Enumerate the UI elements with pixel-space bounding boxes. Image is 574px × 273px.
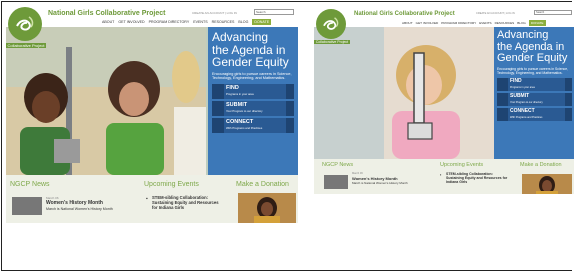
submit-label: SUBMIT xyxy=(226,102,248,109)
hero-panel: Advancing the Agenda in Gender Equity En… xyxy=(494,27,574,159)
find-sub: Programs in your area xyxy=(510,86,535,90)
connect-label: CONNECT xyxy=(226,119,254,126)
chevron-right-icon xyxy=(286,83,294,99)
submit-sub: Your Program to our directory xyxy=(226,109,263,114)
chevron-right-icon xyxy=(565,77,572,91)
site-logo[interactable] xyxy=(316,9,346,39)
donate-button[interactable]: DONATE xyxy=(528,20,546,26)
logo-caption: Collaborative Project xyxy=(6,43,46,48)
site-title[interactable]: National Girls Collaborative Project xyxy=(48,10,165,17)
connect-label: CONNECT xyxy=(510,108,535,115)
find-button[interactable]: FIND Programs in your area xyxy=(497,77,572,91)
nav-program-directory[interactable]: PROGRAM DIRECTORY xyxy=(149,20,190,24)
calendar-icon: ▪ xyxy=(440,172,442,177)
upload-icon xyxy=(497,92,508,106)
site-header: Collaborative Project National Girls Col… xyxy=(314,7,574,44)
account-links[interactable]: CREATE AN ACCOUNT | LOG IN xyxy=(476,12,515,15)
home-columns: NGCP News Upcoming Events Make a Donatio… xyxy=(6,175,298,223)
news-heading[interactable]: NGCP News xyxy=(10,181,50,188)
nav-resources[interactable]: RESOURCES xyxy=(212,20,235,24)
connect-sub: With Programs and Practices xyxy=(226,126,263,131)
search-input[interactable]: Search xyxy=(254,9,294,15)
nav-events[interactable]: EVENTS xyxy=(479,21,491,25)
account-links[interactable]: CREATE AN ACCOUNT | LOG IN xyxy=(192,11,237,15)
site-logo[interactable] xyxy=(8,7,42,41)
hero-headline-1: Advancing xyxy=(212,30,269,44)
logo-caption: Collaborative Project xyxy=(314,40,350,44)
connect-button[interactable]: CONNECT With Programs and Practices xyxy=(212,117,294,133)
donation-heading[interactable]: Make a Donation xyxy=(520,162,562,168)
people-icon xyxy=(212,117,224,133)
calendar-icon: ▪ xyxy=(146,196,148,202)
nav-get-involved[interactable]: GET INVOLVED xyxy=(416,21,439,25)
search-icon xyxy=(497,77,508,91)
connect-sub: With Programs and Practices xyxy=(510,116,543,120)
donation-photo[interactable] xyxy=(522,174,572,194)
nav-resources[interactable]: RESOURCES xyxy=(495,21,515,25)
news-body: March is National Women's History Month xyxy=(352,181,408,185)
connect-button[interactable]: CONNECT With Programs and Practices xyxy=(497,107,572,121)
nav-events[interactable]: EVENTS xyxy=(193,20,207,24)
chevron-right-icon xyxy=(565,107,572,121)
news-thumbnail[interactable] xyxy=(12,197,42,215)
donation-photo[interactable] xyxy=(238,193,296,223)
nav-blog[interactable]: BLOG xyxy=(238,20,248,24)
hero-tagline: Encouraging girls to pursue careers in S… xyxy=(212,71,292,80)
hero-panel: Advancing the Agenda in Gender Equity En… xyxy=(208,27,298,175)
news-thumbnail[interactable] xyxy=(324,175,348,189)
chevron-right-icon xyxy=(565,92,572,106)
submit-label: SUBMIT xyxy=(510,93,530,100)
nav-program-directory[interactable]: PROGRAM DIRECTORY xyxy=(441,21,476,25)
find-label: FIND xyxy=(510,78,522,85)
main-nav: ABOUT GET INVOLVED PROGRAM DIRECTORY EVE… xyxy=(402,20,546,26)
chevron-right-icon xyxy=(286,100,294,116)
submit-sub: Your Program to our directory xyxy=(510,101,543,105)
news-title[interactable]: Women's History Month xyxy=(46,200,103,207)
news-heading[interactable]: NGCP News xyxy=(322,162,353,168)
hero-banner: Advancing the Agenda in Gender Equity En… xyxy=(6,27,298,175)
news-body: March is National Women's History Month xyxy=(46,207,113,211)
site-header: Collaborative Project National Girls Col… xyxy=(6,5,298,48)
home-columns: NGCP News Upcoming Events Make a Donatio… xyxy=(314,159,574,194)
nav-blog[interactable]: BLOG xyxy=(517,21,526,25)
main-nav: ABOUT GET INVOLVED PROGRAM DIRECTORY EVE… xyxy=(102,19,272,25)
find-button[interactable]: FIND Programs in your area xyxy=(212,83,294,99)
hero-photo xyxy=(314,27,494,159)
nav-about[interactable]: ABOUT xyxy=(402,21,413,25)
people-icon xyxy=(497,107,508,121)
hero-headline-1: Advancing xyxy=(497,29,549,41)
submit-button[interactable]: SUBMIT Your Program to our directory xyxy=(212,100,294,116)
find-sub: Programs in your area xyxy=(226,92,254,97)
screenshot-right: Collaborative Project National Girls Col… xyxy=(314,7,574,194)
nav-about[interactable]: ABOUT xyxy=(102,20,114,24)
event-title[interactable]: STEM-sibling Collaboration: Sustaining E… xyxy=(446,172,510,184)
donation-heading[interactable]: Make a Donation xyxy=(236,181,289,188)
search-icon xyxy=(212,83,224,99)
find-label: FIND xyxy=(226,85,239,92)
site-title[interactable]: National Girls Collaborative Project xyxy=(354,11,455,17)
upload-icon xyxy=(212,100,224,116)
hero-photo xyxy=(6,27,206,175)
chevron-right-icon xyxy=(286,117,294,133)
search-input[interactable]: Search xyxy=(534,10,572,15)
events-heading[interactable]: Upcoming Events xyxy=(440,162,483,168)
hero-headline-3: Gender Equity xyxy=(497,52,568,65)
hero-tagline: Encouraging girls to pursue careers in S… xyxy=(497,66,569,75)
hero-headline-3: Gender Equity xyxy=(212,55,289,70)
event-title[interactable]: STEM-sibling Collaboration: Sustaining E… xyxy=(152,195,224,210)
events-heading[interactable]: Upcoming Events xyxy=(144,181,199,188)
nav-get-involved[interactable]: GET INVOLVED xyxy=(118,20,144,24)
donate-button[interactable]: DONATE xyxy=(252,19,272,25)
hero-banner: Advancing the Agenda in Gender Equity En… xyxy=(314,27,574,159)
submit-button[interactable]: SUBMIT Your Program to our directory xyxy=(497,92,572,106)
screenshot-left: Collaborative Project National Girls Col… xyxy=(6,5,298,223)
